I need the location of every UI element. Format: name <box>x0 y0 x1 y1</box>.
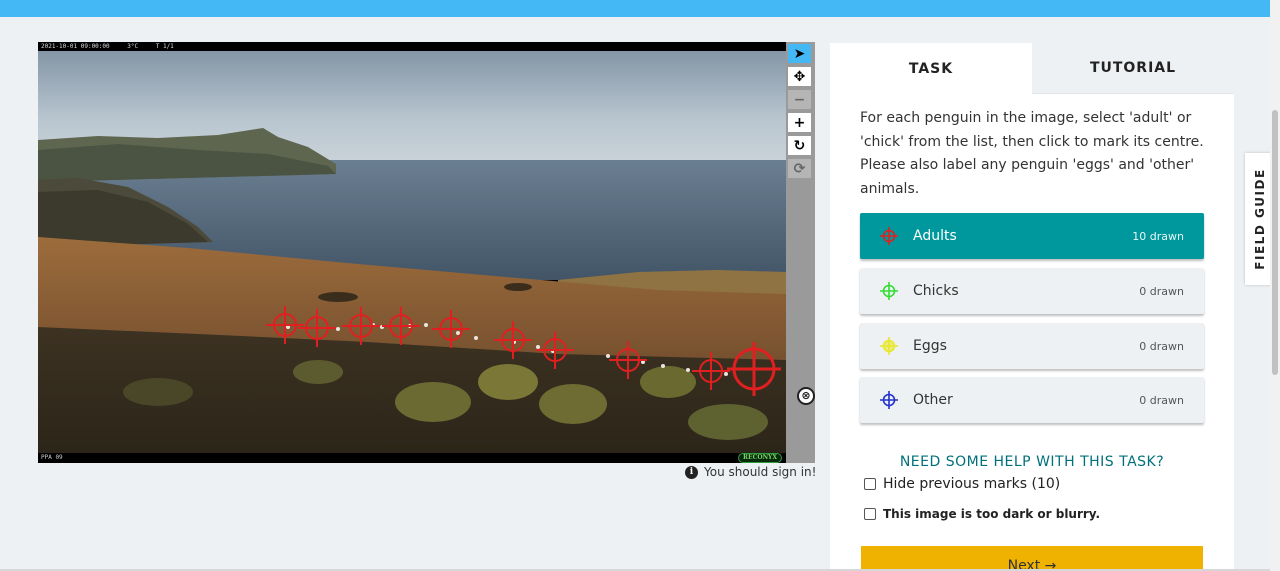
zoom-in-icon[interactable]: + <box>788 113 811 132</box>
tool-label: Adults <box>913 228 957 244</box>
reconyx-logo: RECONYX <box>738 453 782 463</box>
camera-frame: T 1/1 <box>155 43 174 50</box>
zoom-out-icon[interactable]: − <box>788 90 811 109</box>
tab-tutorial[interactable]: TUTORIAL <box>1032 43 1234 94</box>
tool-label: Chicks <box>913 283 959 299</box>
task-instructions: For each penguin in the image, select 'a… <box>860 110 1204 197</box>
sign-in-text: You should sign in! <box>704 465 817 479</box>
sign-in-notice: i You should sign in! <box>685 465 816 479</box>
pointer-icon[interactable]: ➤ <box>788 44 811 63</box>
field-guide-label: FIELD GUIDE <box>1252 168 1267 270</box>
hide-marks-checkbox[interactable]: Hide previous marks (10) <box>864 476 1060 492</box>
camera-footer-strip: PPA 09 RECONYX <box>38 453 786 463</box>
camera-info-strip: 2021-10-01 09:00:00 3°C T 1/1 <box>38 42 786 51</box>
checkbox-box[interactable] <box>864 478 876 490</box>
camera-datetime: 2021-10-01 09:00:00 <box>41 43 110 50</box>
task-tabs: TASK TUTORIAL <box>830 43 1234 94</box>
tool-other[interactable]: Other 0 drawn <box>860 377 1204 423</box>
tool-label: Other <box>913 392 953 408</box>
page-scrollbar[interactable] <box>1270 0 1280 571</box>
tool-count: 0 drawn <box>1139 393 1184 407</box>
tool-label: Eggs <box>913 338 947 354</box>
crosshair-icon <box>880 337 898 355</box>
camera-site: PPA 09 <box>41 454 63 461</box>
top-bar <box>0 0 1270 17</box>
tool-chicks[interactable]: Chicks 0 drawn <box>860 268 1204 314</box>
camera-temperature: 3°C <box>127 43 139 50</box>
checkbox-box[interactable] <box>864 508 876 520</box>
tool-adults[interactable]: Adults 10 drawn <box>860 213 1204 259</box>
crosshair-icon <box>880 227 898 245</box>
subject-viewer[interactable]: 2021-10-01 09:00:00 3°C T 1/1 PPA 09 REC… <box>38 42 815 463</box>
next-button[interactable]: Next → <box>861 546 1203 571</box>
crosshair-icon <box>880 391 898 409</box>
tool-count: 10 drawn <box>1132 229 1184 243</box>
crosshair-icon <box>880 282 898 300</box>
info-icon: i <box>685 465 698 479</box>
too-dark-checkbox[interactable]: This image is too dark or blurry. <box>864 507 1100 521</box>
hide-marks-label: Hide previous marks (10) <box>883 476 1061 492</box>
scrollbar-thumb[interactable] <box>1272 110 1278 375</box>
task-panel: TASK TUTORIAL For each penguin in the im… <box>830 43 1234 571</box>
tool-count: 0 drawn <box>1139 284 1184 298</box>
help-link[interactable]: NEED SOME HELP WITH THIS TASK? <box>830 454 1234 470</box>
camera-trap-photo[interactable]: 2021-10-01 09:00:00 3°C T 1/1 PPA 09 REC… <box>38 42 786 463</box>
move-icon[interactable]: ✥ <box>788 67 811 86</box>
tool-count: 0 drawn <box>1139 339 1184 353</box>
rotate-icon[interactable]: ↻ <box>788 136 811 155</box>
tab-task[interactable]: TASK <box>830 43 1032 94</box>
too-dark-label: This image is too dark or blurry. <box>883 507 1101 521</box>
reset-icon[interactable]: ⟳ <box>788 159 811 178</box>
delete-mark-icon[interactable]: ⊗ <box>797 387 815 405</box>
tool-eggs[interactable]: Eggs 0 drawn <box>860 323 1204 369</box>
